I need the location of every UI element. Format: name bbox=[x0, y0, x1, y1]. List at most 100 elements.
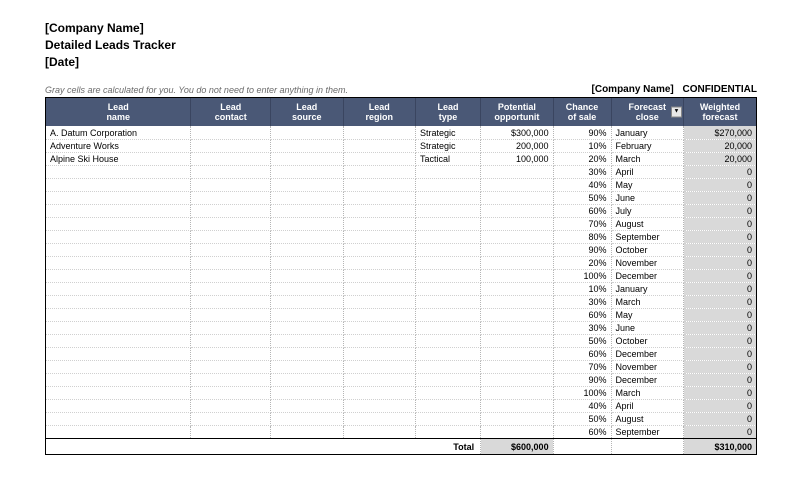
cell-contact[interactable] bbox=[191, 399, 271, 412]
cell-chance[interactable]: 20% bbox=[553, 152, 611, 165]
cell-weighted[interactable]: 0 bbox=[683, 243, 756, 256]
cell-type[interactable] bbox=[415, 178, 480, 191]
cell-weighted[interactable]: 0 bbox=[683, 334, 756, 347]
col-lead-contact[interactable]: Leadcontact bbox=[191, 98, 271, 126]
cell-forecast[interactable]: February bbox=[611, 139, 683, 152]
cell-chance[interactable]: 80% bbox=[553, 230, 611, 243]
cell-region[interactable] bbox=[343, 204, 415, 217]
col-forecast-close[interactable]: Forecastclose ▼ bbox=[611, 98, 683, 126]
cell-region[interactable] bbox=[343, 412, 415, 425]
cell-region[interactable] bbox=[343, 308, 415, 321]
cell-name[interactable] bbox=[46, 399, 191, 412]
cell-type[interactable] bbox=[415, 191, 480, 204]
cell-forecast[interactable]: April bbox=[611, 165, 683, 178]
cell-name[interactable] bbox=[46, 243, 191, 256]
cell-contact[interactable] bbox=[191, 191, 271, 204]
cell-chance[interactable]: 10% bbox=[553, 282, 611, 295]
cell-contact[interactable] bbox=[191, 269, 271, 282]
cell-region[interactable] bbox=[343, 152, 415, 165]
cell-source[interactable] bbox=[271, 152, 343, 165]
cell-chance[interactable]: 60% bbox=[553, 347, 611, 360]
cell-potential[interactable] bbox=[481, 412, 553, 425]
cell-name[interactable] bbox=[46, 282, 191, 295]
cell-region[interactable] bbox=[343, 165, 415, 178]
cell-weighted[interactable]: 0 bbox=[683, 412, 756, 425]
cell-weighted[interactable]: 0 bbox=[683, 204, 756, 217]
cell-forecast[interactable]: August bbox=[611, 217, 683, 230]
cell-contact[interactable] bbox=[191, 321, 271, 334]
cell-region[interactable] bbox=[343, 399, 415, 412]
cell-type[interactable]: Strategic bbox=[415, 126, 480, 139]
cell-potential[interactable] bbox=[481, 321, 553, 334]
cell-type[interactable] bbox=[415, 217, 480, 230]
cell-name[interactable]: A. Datum Corporation bbox=[46, 126, 191, 139]
cell-chance[interactable]: 60% bbox=[553, 204, 611, 217]
cell-forecast[interactable]: June bbox=[611, 191, 683, 204]
cell-forecast[interactable]: December bbox=[611, 269, 683, 282]
cell-forecast[interactable]: March bbox=[611, 295, 683, 308]
cell-forecast[interactable]: July bbox=[611, 204, 683, 217]
cell-region[interactable] bbox=[343, 139, 415, 152]
cell-potential[interactable] bbox=[481, 399, 553, 412]
cell-chance[interactable]: 50% bbox=[553, 412, 611, 425]
cell-type[interactable] bbox=[415, 321, 480, 334]
cell-forecast[interactable]: May bbox=[611, 308, 683, 321]
cell-type[interactable] bbox=[415, 243, 480, 256]
cell-potential[interactable] bbox=[481, 217, 553, 230]
cell-source[interactable] bbox=[271, 269, 343, 282]
cell-weighted[interactable]: 0 bbox=[683, 191, 756, 204]
cell-potential[interactable]: $300,000 bbox=[481, 126, 553, 139]
cell-weighted[interactable]: 0 bbox=[683, 269, 756, 282]
cell-contact[interactable] bbox=[191, 308, 271, 321]
cell-weighted[interactable]: 0 bbox=[683, 360, 756, 373]
cell-contact[interactable] bbox=[191, 178, 271, 191]
cell-weighted[interactable]: 0 bbox=[683, 308, 756, 321]
cell-region[interactable] bbox=[343, 347, 415, 360]
cell-forecast[interactable]: March bbox=[611, 386, 683, 399]
cell-type[interactable] bbox=[415, 256, 480, 269]
col-weighted[interactable]: Weightedforecast bbox=[683, 98, 756, 126]
cell-type[interactable] bbox=[415, 347, 480, 360]
cell-potential[interactable] bbox=[481, 360, 553, 373]
cell-source[interactable] bbox=[271, 308, 343, 321]
cell-region[interactable] bbox=[343, 334, 415, 347]
cell-potential[interactable] bbox=[481, 243, 553, 256]
cell-region[interactable] bbox=[343, 217, 415, 230]
cell-potential[interactable] bbox=[481, 282, 553, 295]
cell-name[interactable] bbox=[46, 360, 191, 373]
cell-source[interactable] bbox=[271, 191, 343, 204]
cell-chance[interactable]: 90% bbox=[553, 373, 611, 386]
cell-region[interactable] bbox=[343, 295, 415, 308]
cell-region[interactable] bbox=[343, 282, 415, 295]
cell-forecast[interactable]: September bbox=[611, 425, 683, 438]
cell-region[interactable] bbox=[343, 191, 415, 204]
cell-name[interactable]: Alpine Ski House bbox=[46, 152, 191, 165]
cell-source[interactable] bbox=[271, 386, 343, 399]
cell-contact[interactable] bbox=[191, 425, 271, 438]
col-potential[interactable]: Potentialopportunit bbox=[481, 98, 553, 126]
cell-source[interactable] bbox=[271, 360, 343, 373]
cell-forecast[interactable]: October bbox=[611, 334, 683, 347]
cell-chance[interactable]: 40% bbox=[553, 399, 611, 412]
cell-weighted[interactable]: 0 bbox=[683, 321, 756, 334]
cell-contact[interactable] bbox=[191, 230, 271, 243]
cell-source[interactable] bbox=[271, 217, 343, 230]
cell-source[interactable] bbox=[271, 347, 343, 360]
cell-chance[interactable]: 90% bbox=[553, 126, 611, 139]
cell-source[interactable] bbox=[271, 204, 343, 217]
col-lead-name[interactable]: Leadname bbox=[46, 98, 191, 126]
cell-forecast[interactable]: June bbox=[611, 321, 683, 334]
cell-source[interactable] bbox=[271, 256, 343, 269]
cell-chance[interactable]: 90% bbox=[553, 243, 611, 256]
cell-source[interactable] bbox=[271, 165, 343, 178]
cell-potential[interactable] bbox=[481, 230, 553, 243]
cell-potential[interactable]: 200,000 bbox=[481, 139, 553, 152]
cell-region[interactable] bbox=[343, 321, 415, 334]
cell-name[interactable]: Adventure Works bbox=[46, 139, 191, 152]
cell-type[interactable] bbox=[415, 282, 480, 295]
cell-type[interactable] bbox=[415, 360, 480, 373]
cell-type[interactable] bbox=[415, 399, 480, 412]
cell-region[interactable] bbox=[343, 373, 415, 386]
cell-contact[interactable] bbox=[191, 334, 271, 347]
cell-forecast[interactable]: December bbox=[611, 347, 683, 360]
